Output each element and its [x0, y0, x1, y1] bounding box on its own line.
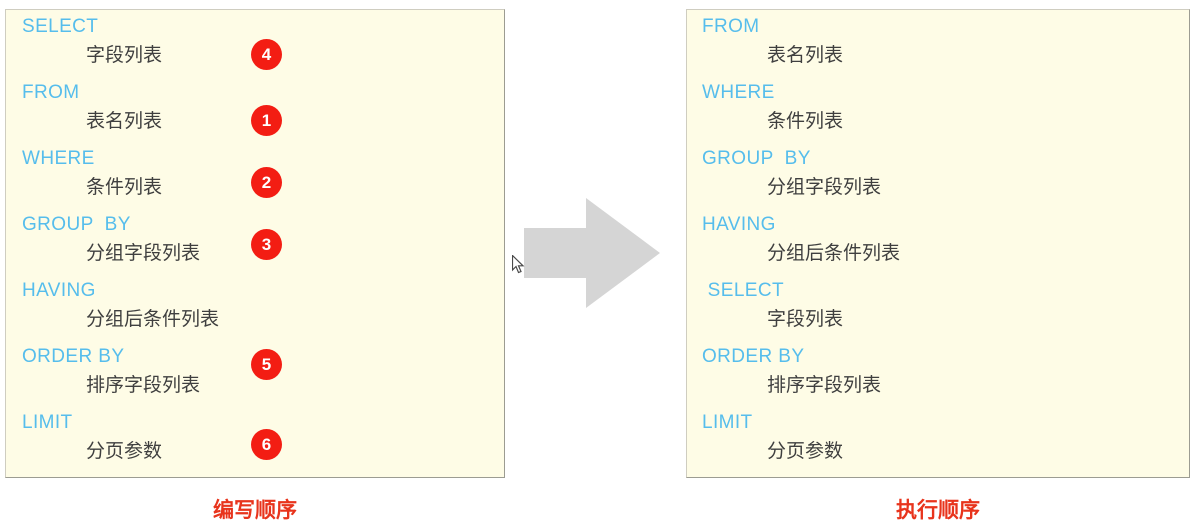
sql-clause-value: 排序字段列表 — [86, 374, 201, 396]
execution-order-clause-list: FROM 表名列表 WHERE 条件列表 GROUP BY 分组字段列表 HAV… — [687, 10, 1189, 477]
sql-keyword: WHERE — [702, 82, 775, 103]
execution-order-caption: 执行顺序 — [896, 498, 980, 522]
sql-keyword: SELECT — [22, 16, 99, 37]
sql-clause-value: 分组字段列表 — [767, 176, 882, 198]
sql-keyword: WHERE — [22, 148, 95, 169]
clause-row: WHERE 条件列表 — [687, 76, 1189, 142]
sql-clause-value: 分组字段列表 — [86, 242, 201, 264]
sql-keyword: SELECT — [702, 280, 784, 301]
sql-clause-value: 分页参数 — [767, 440, 844, 462]
execution-order-panel: FROM 表名列表 WHERE 条件列表 GROUP BY 分组字段列表 HAV… — [686, 9, 1190, 478]
clause-row: HAVING 分组后条件列表 — [687, 208, 1189, 274]
sql-keyword: GROUP BY — [22, 214, 131, 235]
sql-clause-value: 分组后条件列表 — [767, 242, 901, 264]
diagram-stage: SELECT 字段列表 FROM 表名列表 WHERE 条件列表 GROUP B… — [0, 0, 1196, 526]
sql-keyword: LIMIT — [22, 412, 73, 433]
right-arrow-icon — [524, 198, 660, 308]
order-badge: 1 — [251, 105, 282, 136]
sql-keyword: LIMIT — [702, 412, 753, 433]
sql-clause-value: 排序字段列表 — [767, 374, 882, 396]
clause-row: HAVING 分组后条件列表 — [6, 274, 504, 340]
clause-row: SELECT 字段列表 — [687, 274, 1189, 340]
sql-keyword: ORDER BY — [22, 346, 125, 367]
mouse-pointer-icon — [511, 254, 526, 275]
sql-clause-value: 表名列表 — [767, 44, 844, 66]
sql-clause-value: 条件列表 — [86, 176, 163, 198]
clause-row: LIMIT 分页参数 — [687, 406, 1189, 472]
writing-order-panel: SELECT 字段列表 FROM 表名列表 WHERE 条件列表 GROUP B… — [5, 9, 505, 478]
sql-keyword: GROUP BY — [702, 148, 811, 169]
sql-clause-value: 分页参数 — [86, 440, 163, 462]
order-badge: 5 — [251, 349, 282, 380]
order-badge: 3 — [251, 229, 282, 260]
sql-clause-value: 字段列表 — [86, 44, 163, 66]
sql-keyword: FROM — [702, 16, 760, 37]
sql-keyword: HAVING — [22, 280, 96, 301]
order-badge: 2 — [251, 167, 282, 198]
clause-row: FROM 表名列表 — [687, 10, 1189, 76]
order-badge: 4 — [251, 39, 282, 70]
order-badge: 6 — [251, 429, 282, 460]
sql-clause-value: 字段列表 — [767, 308, 844, 330]
sql-clause-value: 分组后条件列表 — [86, 308, 220, 330]
writing-order-caption: 编写顺序 — [213, 498, 297, 522]
sql-clause-value: 表名列表 — [86, 110, 163, 132]
clause-row: ORDER BY 排序字段列表 — [687, 340, 1189, 406]
sql-keyword: FROM — [22, 82, 80, 103]
sql-keyword: HAVING — [702, 214, 776, 235]
sql-clause-value: 条件列表 — [767, 110, 844, 132]
sql-keyword: ORDER BY — [702, 346, 805, 367]
clause-row: GROUP BY 分组字段列表 — [687, 142, 1189, 208]
